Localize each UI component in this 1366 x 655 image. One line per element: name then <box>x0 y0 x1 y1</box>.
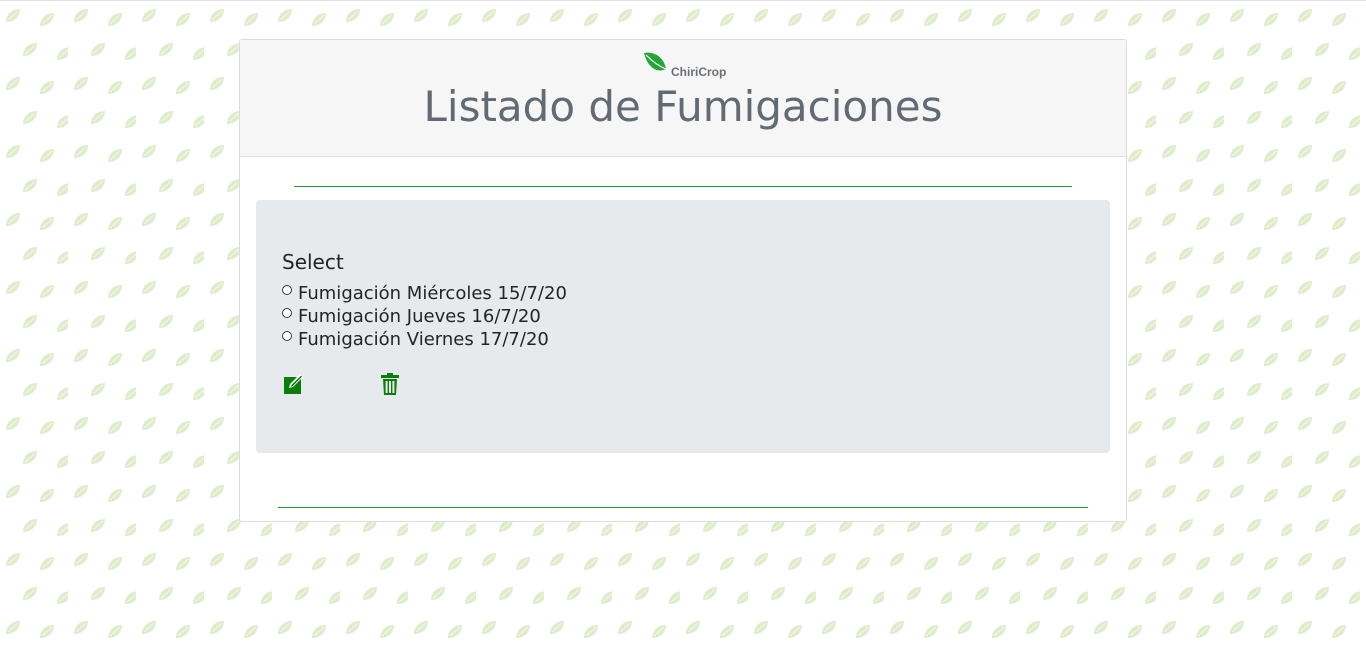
leaf-icon <box>644 52 667 71</box>
radio-button[interactable] <box>282 285 292 295</box>
brand-logo[interactable]: ChiriCrop <box>642 51 732 79</box>
page-title: Listado de Fumigaciones <box>423 82 943 131</box>
delete-button[interactable] <box>378 372 402 396</box>
divider-top <box>294 186 1072 187</box>
option-label: Fumigación Jueves 16/7/20 <box>298 306 541 327</box>
edit-icon <box>284 374 303 394</box>
option-label: Fumigación Viernes 17/7/20 <box>298 329 549 350</box>
selection-panel: Select Fumigación Miércoles 15/7/20 Fumi… <box>256 200 1110 453</box>
edit-button[interactable] <box>282 372 306 396</box>
brand-name: ChiriCrop <box>671 65 727 79</box>
fumigation-card: ChiriCrop Listado de Fumigaciones Select… <box>239 39 1127 522</box>
option-label: Fumigación Miércoles 15/7/20 <box>298 283 567 304</box>
trash-icon <box>381 373 399 395</box>
radio-button[interactable] <box>282 308 292 318</box>
card-header: ChiriCrop Listado de Fumigaciones <box>240 40 1126 157</box>
select-label: Select <box>282 250 344 274</box>
divider-bottom <box>278 507 1088 508</box>
radio-button[interactable] <box>282 331 292 341</box>
top-border <box>0 0 1366 1</box>
